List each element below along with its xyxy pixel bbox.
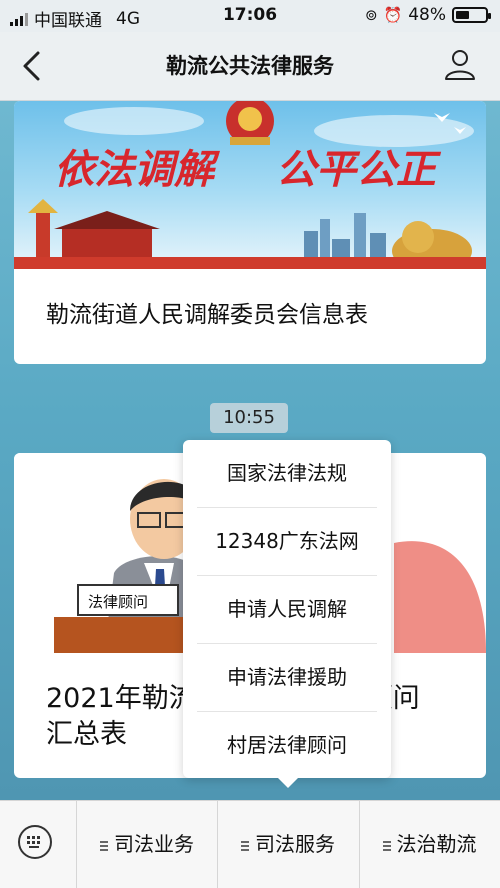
desk-sign-text: 法律顾问 xyxy=(88,593,148,611)
banner-slogan-left: 依法调解 xyxy=(54,146,220,193)
keyboard-icon xyxy=(18,825,52,859)
menu-label: 法治勒流 xyxy=(396,832,477,856)
menu-label: 司法服务 xyxy=(255,832,335,856)
menu-rule-of-law-leliu[interactable]: 法治勒流 xyxy=(359,801,500,888)
menu-label: 司法业务 xyxy=(114,832,194,856)
banner-slogan-right: 公平公正 xyxy=(276,146,442,193)
message-timestamp: 10:55 xyxy=(210,403,288,433)
menu-judicial-services[interactable]: 司法服务 xyxy=(217,801,360,888)
menu-item-apply-legal-aid[interactable]: 申请法律援助 xyxy=(197,644,377,712)
menu-item-village-legal-advisor[interactable]: 村居法律顾问 xyxy=(197,712,377,779)
article-title: 勒流街道人民调解委员会信息表 xyxy=(46,302,368,328)
keyboard-toggle-button[interactable] xyxy=(0,801,77,888)
alarm-icon: ⏰ xyxy=(383,6,403,24)
article-title-line2: 汇总表 xyxy=(46,719,127,750)
battery-percent: 48% xyxy=(408,5,446,25)
orientation-lock-icon: ⊚ xyxy=(364,6,378,24)
article-title-left: 2021年勒流 xyxy=(46,683,196,714)
battery-icon xyxy=(452,7,491,23)
page-title: 勒流公共法律服务 xyxy=(166,54,334,78)
bottom-menu-bar: 司法业务 司法服务 法治勒流 xyxy=(0,800,500,888)
menu-item-apply-mediation[interactable]: 申请人民调解 xyxy=(197,576,377,644)
menu-judicial-business[interactable]: 司法业务 xyxy=(77,801,218,888)
menu-lines-icon xyxy=(100,840,108,851)
navigation-bar: 勒流公共法律服务 xyxy=(0,32,500,101)
menu-lines-icon xyxy=(241,840,249,851)
menu-item-national-laws[interactable]: 国家法律法规 xyxy=(197,440,377,508)
status-bar: 中国联通 4G 17:06 ⊚ ⏰ 48% xyxy=(0,0,500,32)
menu-item-guangdong-law-web[interactable]: 12348广东法网 xyxy=(197,508,377,576)
user-profile-icon[interactable] xyxy=(442,46,478,82)
submenu-popup: 国家法律法规 12348广东法网 申请人民调解 申请法律援助 村居法律顾问 xyxy=(183,440,391,788)
article-card[interactable]: 依法调解 公平公正 勒流街道人民调解委员会信息表 xyxy=(14,101,486,364)
menu-lines-icon xyxy=(382,840,391,851)
banner-image: 依法调解 公平公正 xyxy=(14,101,486,269)
